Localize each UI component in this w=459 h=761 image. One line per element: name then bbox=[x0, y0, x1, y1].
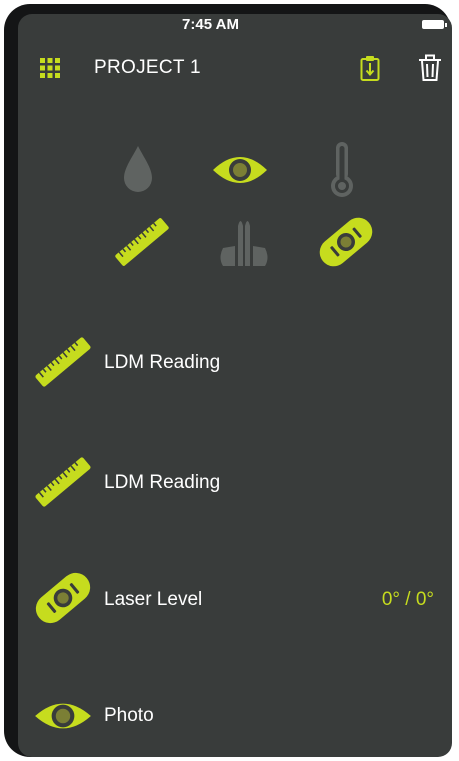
grid-icon[interactable] bbox=[40, 58, 60, 78]
entry-label: LDM Reading bbox=[104, 352, 221, 373]
list-item[interactable]: Laser Level 0° / 0° bbox=[18, 559, 452, 639]
entry-label: Laser Level bbox=[104, 589, 203, 610]
stud-finder-icon bbox=[220, 221, 268, 266]
battery-icon bbox=[422, 20, 447, 29]
list-item[interactable]: LDM Reading bbox=[18, 322, 452, 402]
distance-tool-button[interactable] bbox=[112, 212, 172, 272]
device-frame: 7:45 AM PROJECT 1 LDM Reading LDM Readin… bbox=[4, 4, 452, 757]
thermometer-icon bbox=[331, 142, 353, 197]
temperature-tool-button[interactable] bbox=[312, 140, 372, 200]
laser-level-angle: 0° / 0° bbox=[381, 589, 434, 610]
project-title: PROJECT 1 bbox=[94, 57, 201, 78]
level-icon bbox=[32, 567, 94, 629]
level-icon bbox=[319, 217, 373, 267]
level-tool-button[interactable] bbox=[316, 212, 376, 272]
drop-icon bbox=[124, 146, 152, 192]
clipboard-export-icon[interactable] bbox=[360, 54, 380, 82]
ruler-icon bbox=[115, 218, 169, 266]
status-time: 7:45 AM bbox=[182, 16, 239, 33]
trash-icon[interactable] bbox=[418, 54, 442, 82]
eye-icon bbox=[32, 685, 94, 747]
list-item[interactable]: LDM Reading bbox=[18, 442, 452, 522]
eye-icon bbox=[213, 157, 267, 183]
stud-finder-tool-button[interactable] bbox=[214, 212, 274, 272]
ruler-icon bbox=[32, 331, 94, 393]
ruler-icon bbox=[32, 451, 94, 513]
app-screen: 7:45 AM PROJECT 1 LDM Reading LDM Readin… bbox=[18, 14, 452, 757]
entry-label: Photo bbox=[104, 705, 154, 726]
entry-label: LDM Reading bbox=[104, 472, 221, 493]
camera-tool-button[interactable] bbox=[210, 140, 270, 200]
moisture-tool-button[interactable] bbox=[108, 140, 168, 200]
list-item[interactable]: Photo bbox=[18, 677, 452, 757]
